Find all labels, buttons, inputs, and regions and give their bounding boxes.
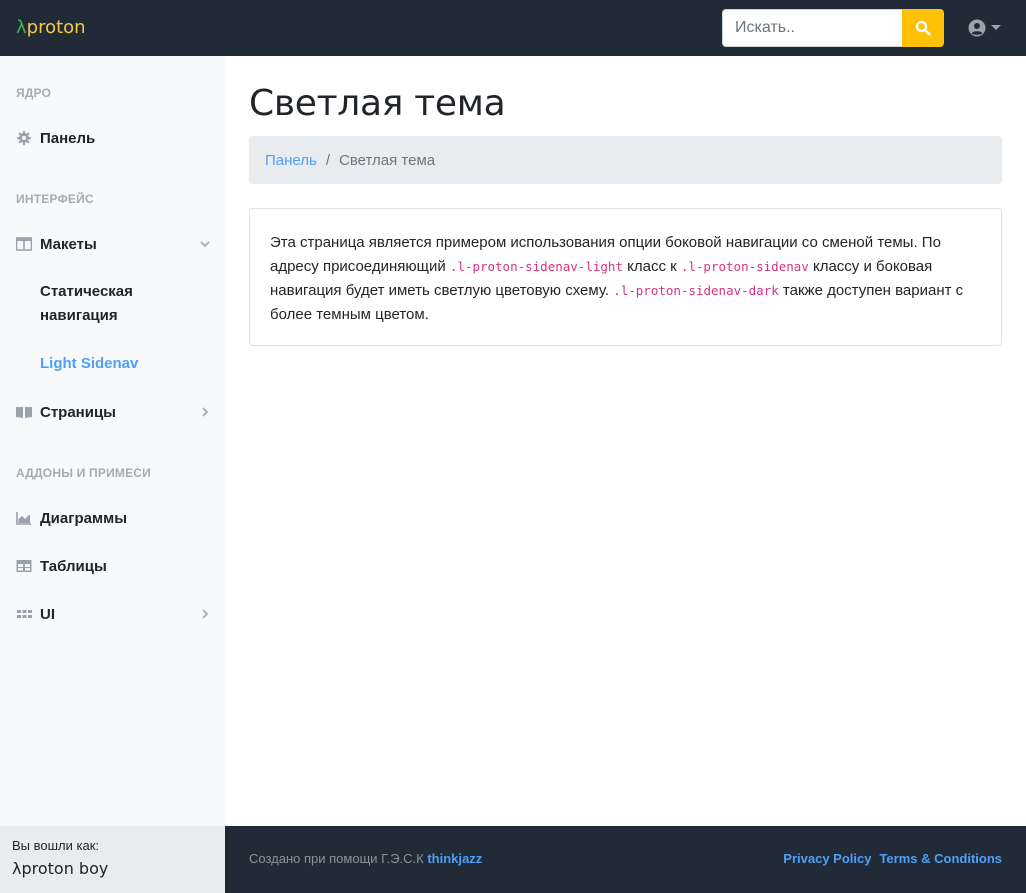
credits-prefix: Создано при помощи Г.Э.С.К: [249, 851, 428, 866]
user-circle-icon: [968, 19, 986, 37]
breadcrumb-separator: /: [325, 151, 330, 169]
sidenav-heading-addons: АДДОНЫ И ПРИМЕСИ: [16, 466, 151, 480]
chevron-right-icon: [202, 609, 209, 619]
brand-lambda: λ: [16, 17, 27, 38]
columns-icon: [16, 236, 32, 252]
footer-credits: Создано при помощи Г.Э.С.К thinkjazz: [249, 851, 482, 866]
logged-in-label: Вы вошли как:: [12, 838, 100, 853]
sidebar-subitem-light-sidenav[interactable]: Light Sidenav: [40, 352, 210, 376]
code-snippet: .l-proton-sidenav: [680, 259, 809, 274]
info-card: Эта страница является примером использов…: [249, 208, 1002, 346]
sidebar-item-label: Панель: [40, 129, 96, 147]
page-title: Светлая тема: [249, 83, 506, 124]
card-text-part: класс к: [622, 258, 681, 275]
caret-down-icon: [991, 25, 1001, 30]
table-icon: [16, 558, 32, 574]
search-button[interactable]: [902, 9, 944, 47]
search-icon: [915, 20, 931, 36]
breadcrumb-link-dashboard[interactable]: Панель: [265, 152, 317, 169]
sidebar-item-label: Диаграммы: [40, 509, 128, 527]
chevron-down-icon: [200, 241, 210, 248]
code-snippet: .l-proton-sidenav-dark: [613, 283, 779, 298]
footer-links: Privacy Policy Terms & Conditions: [783, 851, 1002, 866]
page-footer: Создано при помощи Г.Э.С.К thinkjazz Pri…: [225, 826, 1026, 893]
area-chart-icon: [16, 510, 32, 526]
logged-in-user: λproton boy: [12, 859, 109, 878]
search-form: [722, 9, 944, 47]
breadcrumb: Панель / Светлая тема: [249, 136, 1002, 184]
sidebar-item-label: Макеты: [40, 235, 97, 253]
sidebar: ЯДРО Панель ИНТЕРФЕЙС Макеты Статическая…: [0, 56, 225, 893]
sidebar-item-layouts[interactable]: Макеты: [0, 222, 225, 266]
user-menu-toggle[interactable]: [968, 18, 1004, 38]
sidebar-item-label: UI: [40, 605, 55, 623]
main-content: Светлая тема Панель / Светлая тема Эта с…: [225, 56, 1026, 826]
grid-icon: [16, 606, 32, 622]
chevron-right-icon: [202, 407, 209, 417]
code-snippet: .l-proton-sidenav-light: [449, 259, 623, 274]
credits-author-link[interactable]: thinkjazz: [427, 851, 482, 866]
sidebar-subitem-static-nav[interactable]: Статическая навигация: [40, 280, 210, 328]
book-icon: [16, 404, 32, 420]
card-text: Эта страница является примером использов…: [270, 231, 981, 327]
sidebar-item-tables[interactable]: Таблицы: [0, 544, 225, 588]
gear-icon: [16, 130, 32, 146]
sidebar-item-charts[interactable]: Диаграммы: [0, 496, 225, 540]
sidebar-item-dashboard[interactable]: Панель: [0, 116, 225, 160]
terms-conditions-link[interactable]: Terms & Conditions: [879, 851, 1002, 866]
brand-logo[interactable]: λproton: [16, 16, 86, 40]
search-input[interactable]: [722, 9, 902, 47]
sidebar-item-label: Таблицы: [40, 557, 107, 575]
breadcrumb-current: Светлая тема: [339, 151, 436, 169]
sidebar-footer: Вы вошли как: λproton boy: [0, 826, 225, 893]
sidenav-heading-core: ЯДРО: [16, 86, 52, 100]
sidebar-item-pages[interactable]: Страницы: [0, 390, 225, 434]
sidenav-heading-interface: ИНТЕРФЕЙС: [16, 192, 94, 206]
top-navbar: λproton: [0, 0, 1026, 56]
brand-text: proton: [26, 17, 86, 38]
privacy-policy-link[interactable]: Privacy Policy: [783, 851, 871, 866]
sidebar-item-ui[interactable]: UI: [0, 592, 225, 636]
sidebar-item-label: Страницы: [40, 403, 116, 421]
